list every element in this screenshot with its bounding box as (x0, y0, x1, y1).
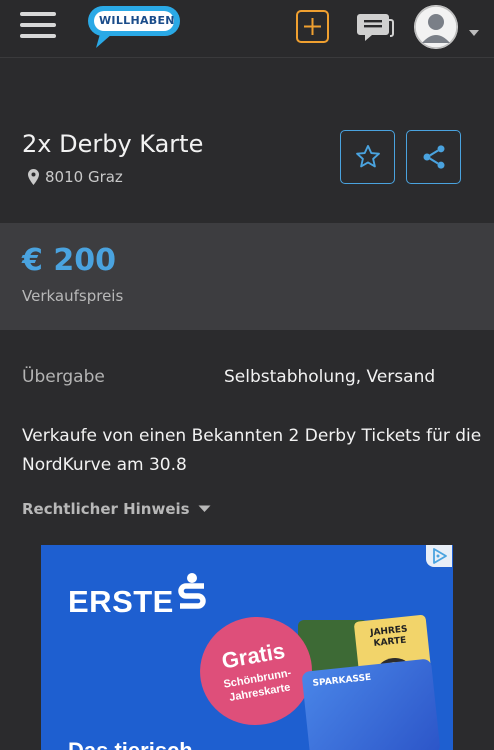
share-icon (423, 145, 444, 169)
star-icon (355, 144, 380, 168)
map-pin-icon (28, 169, 39, 185)
listing-price: € 200 (22, 243, 116, 278)
messages-button[interactable] (354, 8, 394, 44)
handover-label: Übergabe (22, 367, 105, 387)
ad-tagline: Das tierisch (68, 738, 193, 750)
listing-title: 2x Derby Karte (22, 130, 204, 158)
chevron-down-icon[interactable] (468, 22, 480, 36)
ad-brand-name: ERSTE (68, 584, 174, 619)
legal-notice-toggle[interactable]: Rechtlicher Hinweis (22, 500, 211, 518)
willhaben-logo[interactable]: WILLHABEN (86, 4, 182, 50)
share-button[interactable] (406, 130, 461, 184)
listing-location: 8010 Graz (28, 168, 123, 186)
favorite-button[interactable] (340, 130, 395, 184)
ad-bank-card: SPARKASSE (301, 658, 441, 750)
add-listing-button[interactable] (296, 10, 329, 43)
logo-text: WILLHABEN (99, 14, 175, 27)
location-text: 8010 Graz (45, 168, 123, 186)
legal-notice-label: Rechtlicher Hinweis (22, 500, 190, 518)
price-label: Verkaufspreis (22, 287, 124, 305)
handover-value: Selbstabholung, Versand (224, 367, 436, 387)
top-navigation-bar: WILLHABEN (0, 0, 494, 58)
hamburger-menu-icon[interactable] (20, 12, 56, 38)
listing-description: Verkaufe von einen Bekannten 2 Derby Tic… (22, 426, 482, 475)
user-avatar-icon[interactable] (414, 5, 458, 49)
sparkasse-s-logo-icon (178, 573, 206, 609)
chat-bubbles-icon (357, 14, 394, 41)
caret-down-icon (198, 505, 211, 512)
annual-pass-label: JAHRES KARTE (369, 624, 408, 649)
plus-icon (304, 18, 321, 35)
bank-card-brand: SPARKASSE (312, 672, 372, 689)
adchoices-icon[interactable] (426, 545, 452, 567)
